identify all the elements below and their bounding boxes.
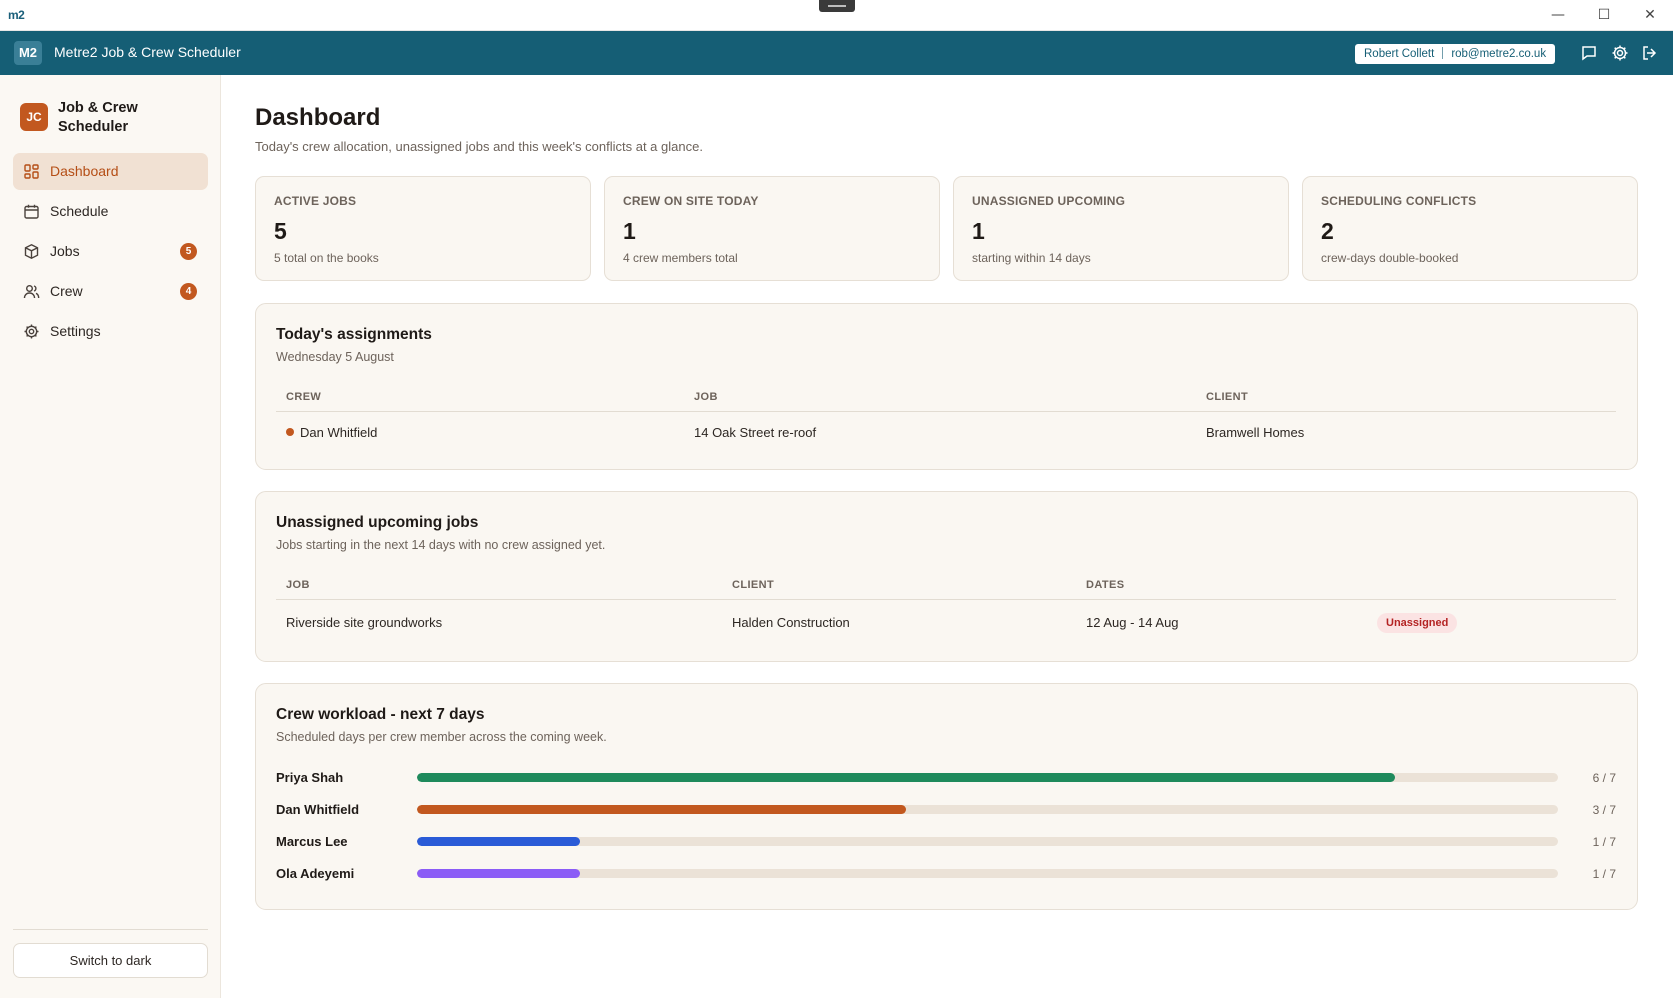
box-icon <box>23 243 40 260</box>
app-badge: M2 <box>14 41 42 65</box>
table-header-divider <box>276 411 1616 412</box>
minimize-button[interactable]: — <box>1535 2 1581 28</box>
jobs-count-badge: 5 <box>180 243 197 260</box>
stat-label: ACTIVE JOBS <box>274 194 357 208</box>
panel-date: Wednesday 5 August <box>276 350 394 364</box>
window-titlebar: m2 — ☐ ✕ <box>0 0 1673 31</box>
switch-theme-button[interactable]: Switch to dark <box>13 943 208 978</box>
workload-bar-track <box>417 805 1558 814</box>
workload-bar-fill <box>417 837 580 846</box>
workload-bar-track <box>417 773 1558 782</box>
panel-subtitle: Scheduled days per crew member across th… <box>276 730 607 744</box>
stat-label: SCHEDULING CONFLICTS <box>1321 194 1477 208</box>
sidebar-item-dashboard[interactable]: Dashboard <box>13 153 208 190</box>
stat-card-active-jobs: ACTIVE JOBS 5 5 total on the books <box>255 176 591 281</box>
sidebar-item-jobs[interactable]: Jobs 5 <box>13 233 208 270</box>
stat-label: CREW ON SITE TODAY <box>623 194 759 208</box>
users-icon <box>23 283 40 300</box>
table-row-job[interactable]: Riverside site groundworks <box>286 615 442 630</box>
snap-handle[interactable] <box>819 0 855 12</box>
column-header-job: JOB <box>286 579 310 591</box>
stat-label: UNASSIGNED UPCOMING <box>972 194 1126 208</box>
app-header: M2 Metre2 Job & Crew Scheduler Robert Co… <box>0 31 1673 75</box>
sidebar-item-crew[interactable]: Crew 4 <box>13 273 208 310</box>
stat-caption: 4 crew members total <box>623 251 738 265</box>
workload-crew-name: Priya Shah <box>276 770 344 785</box>
logout-icon[interactable] <box>1640 43 1660 63</box>
calendar-icon <box>23 203 40 220</box>
column-header-job: JOB <box>694 391 718 403</box>
workload-crew-name: Marcus Lee <box>276 834 348 849</box>
panel-title: Unassigned upcoming jobs <box>276 514 479 531</box>
workload-bar-fill <box>417 773 1395 782</box>
workload-count: 3 / 7 <box>1592 803 1616 817</box>
stat-caption: crew-days double-booked <box>1321 251 1459 265</box>
workload-count: 6 / 7 <box>1592 771 1616 785</box>
user-name: Robert Collett <box>1364 48 1435 60</box>
sidebar-item-label: Jobs <box>50 243 80 259</box>
stat-card-scheduling-conflicts: SCHEDULING CONFLICTS 2 crew-days double-… <box>1302 176 1638 281</box>
table-row-dates: 12 Aug - 14 Aug <box>1086 615 1179 630</box>
page-subtitle: Today's crew allocation, unassigned jobs… <box>255 139 703 154</box>
workload-count: 1 / 7 <box>1592 835 1616 849</box>
panel-title: Crew workload - next 7 days <box>276 706 485 723</box>
stat-caption: 5 total on the books <box>274 251 379 265</box>
stat-value: 2 <box>1321 218 1334 244</box>
column-header-client: CLIENT <box>732 579 775 591</box>
sidebar: JC Job & Crew Scheduler Dashboard Schedu… <box>0 75 221 998</box>
user-email: rob@metre2.co.uk <box>1451 48 1547 60</box>
crew-workload-panel: Crew workload - next 7 days Scheduled da… <box>255 683 1638 910</box>
workload-count: 1 / 7 <box>1592 867 1616 881</box>
dashboard-icon <box>23 163 40 180</box>
status-badge: Unassigned <box>1377 613 1458 633</box>
table-row-client: Bramwell Homes <box>1206 425 1305 440</box>
stat-caption: starting within 14 days <box>972 251 1091 265</box>
crew-color-dot <box>286 428 294 436</box>
workload-bar-fill <box>417 805 906 814</box>
todays-assignments-panel: Today's assignments Wednesday 5 August C… <box>255 303 1638 470</box>
sidebar-item-label: Dashboard <box>50 163 119 179</box>
workload-crew-name: Dan Whitfield <box>276 802 360 817</box>
sidebar-item-settings[interactable]: Settings <box>13 313 208 350</box>
stat-value: 1 <box>972 218 985 244</box>
table-header-divider <box>276 599 1616 600</box>
close-button[interactable]: ✕ <box>1627 2 1673 28</box>
app-logo-icon: m2 <box>8 8 25 22</box>
sidebar-item-label: Settings <box>50 323 101 339</box>
workload-bar-track <box>417 837 1558 846</box>
gear-icon[interactable] <box>1610 43 1630 63</box>
panel-subtitle: Jobs starting in the next 14 days with n… <box>276 538 606 552</box>
sidebar-divider <box>13 929 208 930</box>
stat-card-unassigned-upcoming: UNASSIGNED UPCOMING 1 starting within 14… <box>953 176 1289 281</box>
sidebar-item-label: Crew <box>50 283 83 299</box>
stat-value: 1 <box>623 218 636 244</box>
table-row-client: Halden Construction <box>732 615 850 630</box>
sidebar-item-label: Schedule <box>50 203 109 219</box>
column-header-crew: CREW <box>286 391 322 403</box>
panel-title: Today's assignments <box>276 326 432 343</box>
table-row-crew: Dan Whitfield <box>286 425 377 440</box>
message-icon[interactable] <box>1579 43 1599 63</box>
column-header-client: CLIENT <box>1206 391 1249 403</box>
user-pill-divider <box>1442 47 1444 59</box>
table-row-job: 14 Oak Street re-roof <box>694 425 817 440</box>
workload-bar-track <box>417 869 1558 878</box>
stat-card-crew-on-site: CREW ON SITE TODAY 1 4 crew members tota… <box>604 176 940 281</box>
unassigned-jobs-panel: Unassigned upcoming jobs Jobs starting i… <box>255 491 1638 662</box>
sidebar-item-schedule[interactable]: Schedule <box>13 193 208 230</box>
workload-bar-fill <box>417 869 580 878</box>
user-pill[interactable]: Robert Collett rob@metre2.co.uk <box>1355 44 1556 64</box>
app-title: Metre2 Job & Crew Scheduler <box>54 44 241 60</box>
gear-icon <box>23 323 40 340</box>
crew-count-badge: 4 <box>180 283 197 300</box>
page-title: Dashboard <box>255 104 381 131</box>
stat-value: 5 <box>274 218 287 244</box>
crew-name: Dan Whitfield <box>300 425 378 440</box>
brand-logo: JC <box>20 103 48 131</box>
maximize-button[interactable]: ☐ <box>1581 2 1627 28</box>
column-header-dates: DATES <box>1086 579 1125 591</box>
workload-crew-name: Ola Adeyemi <box>276 866 355 881</box>
brand-name: Job & Crew Scheduler <box>58 100 138 135</box>
